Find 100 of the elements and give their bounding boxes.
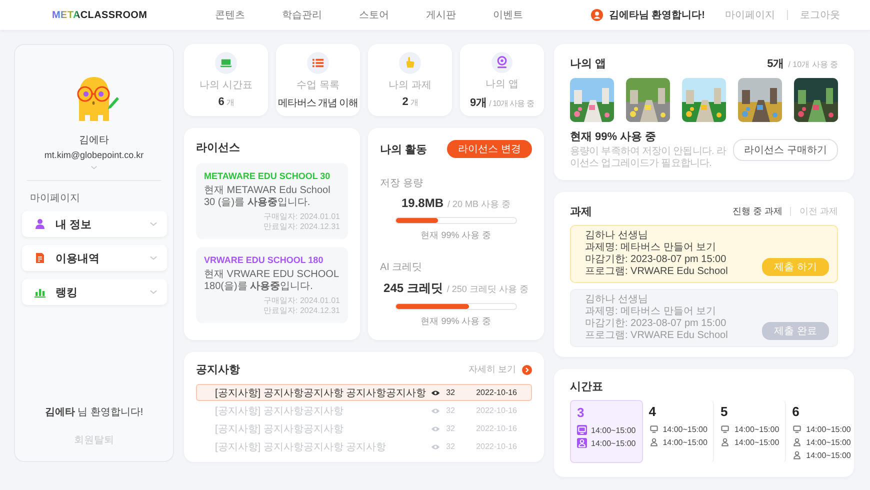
- view-count: 32: [446, 442, 456, 451]
- card-title: 과제: [570, 205, 592, 219]
- day-column[interactable]: 4 14:00~15:00 14:00~15:00: [642, 400, 714, 463]
- welcome-text: 김에타 님 환영합니다!: [44, 406, 144, 419]
- license-name: METAWARE EDU SCHOOL 30: [204, 171, 332, 181]
- more-text: 자세히 보기: [468, 363, 516, 376]
- stat-label: 나의 앱: [486, 78, 518, 91]
- person-icon: [577, 438, 587, 448]
- nav-link[interactable]: 콘텐츠: [215, 8, 246, 22]
- stat-value: 2: [402, 96, 408, 108]
- task-name: 과제명: 메타버스 만들어 보기: [585, 242, 718, 254]
- task-teacher: 김하나 선생님: [585, 230, 649, 242]
- menu-item[interactable]: 이용내역: [22, 245, 166, 271]
- class-time: 14:00~15:00: [591, 426, 636, 434]
- meter-label: AI 크레딧: [380, 261, 422, 274]
- eye-icon: [431, 408, 440, 414]
- stat-unit: 개: [226, 97, 234, 108]
- license-description: 현재 METAWAR Edu School 30 (을)를 사용중입니다.: [204, 185, 332, 209]
- card-title: 라이선스: [196, 141, 241, 155]
- task-deadline: 마감기한: 2023-08-07 pm 15:00: [585, 318, 728, 330]
- day-column[interactable]: 6 14:00~15:00 14:00~15:00 14:00~15:00: [786, 400, 857, 463]
- menu-item[interactable]: 내 정보: [22, 211, 166, 237]
- class-time: 14:00~15:00: [734, 438, 780, 446]
- notice-title: [공지사항] 공지사항공지사항 공지사항: [215, 440, 388, 454]
- class-time: 14:00~15:00: [734, 424, 780, 434]
- class-time: 14:00~15:00: [662, 438, 708, 446]
- buy-license-button[interactable]: 라이선스 구매하기: [733, 138, 838, 160]
- stat-value: 9개: [470, 96, 488, 110]
- notice-title: [공지사항] 공지사항공지사항 공지사항공지사항: [215, 386, 428, 400]
- stat-unit: / 10개 사용 중: [489, 98, 534, 109]
- nav-link[interactable]: 이벤트: [493, 8, 524, 22]
- notice-date: 2022-10-16: [476, 406, 517, 415]
- monitor-icon: [720, 424, 730, 434]
- card-title: 나의 활동: [380, 142, 428, 156]
- meter-value: 245 크레딧: [384, 280, 443, 297]
- monitor-icon: [577, 425, 587, 435]
- day-column[interactable]: 5 14:00~15:00 14:00~15:00: [714, 400, 786, 463]
- monitor-icon: [648, 424, 659, 434]
- view-count: 32: [446, 406, 456, 415]
- stat-value: 메타버스 개념 이해: [278, 97, 358, 110]
- class-time: 14:00~15:00: [806, 424, 851, 434]
- person-icon: [648, 437, 659, 447]
- list-icon: [307, 52, 329, 74]
- eye-icon: [431, 444, 440, 450]
- meter-label: 저장 용량: [380, 177, 423, 190]
- license-description: 현재 VRWARE EDU SCHOOL 180(을)를 사용중입니다.: [204, 269, 340, 293]
- greeting-text: 김에타님 환영합니다!: [608, 9, 705, 22]
- meter-total: / 250 크레딧 사용 중: [446, 283, 528, 296]
- class-time: 14:00~15:00: [806, 438, 851, 446]
- section-title: 마이페이지: [30, 192, 80, 205]
- header-link[interactable]: 마이페이지: [725, 8, 775, 22]
- stat-value: 6: [218, 96, 224, 108]
- class-time: 14:00~15:00: [662, 424, 708, 434]
- app-total: / 10개 사용 중: [788, 59, 838, 70]
- eye-icon: [431, 426, 440, 432]
- task-program: 프로그램: VRWARE Edu School: [585, 330, 729, 342]
- view-count: 32: [446, 388, 456, 397]
- logo[interactable]: METACLASSROOM: [52, 10, 148, 20]
- chevron-down-icon: [90, 164, 98, 172]
- badge-icon: [491, 52, 513, 73]
- notice-date: 2022-10-16: [476, 442, 517, 451]
- day-number: 4: [648, 404, 657, 419]
- nav-link[interactable]: 게시판: [426, 8, 456, 22]
- task-deadline: 마감기한: 2023-08-07 pm 15:00: [585, 254, 728, 266]
- stat-unit: 개: [410, 97, 418, 108]
- menu-item[interactable]: 랭킹: [22, 279, 166, 305]
- day-number: 3: [577, 405, 586, 420]
- hand-icon: [399, 52, 421, 74]
- meter-caption: 현재 99% 사용 중: [420, 315, 492, 328]
- usage-notice: 용량이 부족하여 저장이 안됩니다. 라이선스 업그레이드가 필요합니다.: [570, 146, 728, 170]
- license-name: VRWARE EDU SCHOOL 180: [204, 255, 324, 265]
- notice-row[interactable]: [공지사항] 공지사항공지사항 공지사항공지사항 32 2022-10-16: [196, 384, 532, 401]
- card-title: 나의 앱: [570, 57, 606, 71]
- laptop-icon: [215, 52, 237, 74]
- monitor-icon: [792, 424, 802, 434]
- person-icon: [34, 218, 46, 230]
- notice-title: [공지사항] 공지사항공지사항: [215, 422, 344, 436]
- nav-link[interactable]: 학습관리: [282, 8, 322, 22]
- nav-link[interactable]: 스토어: [359, 8, 390, 22]
- day-column[interactable]: 3 14:00~15:00 14:00~15:00: [570, 400, 643, 463]
- more-link[interactable]: 자세히 보기: [468, 363, 532, 376]
- chevron-down-icon: [148, 254, 158, 262]
- purchase-date: 구매일자: 2024.01.01: [262, 296, 340, 306]
- stat-label: 수업 목록: [296, 79, 340, 92]
- arrow-right-icon: [522, 364, 532, 374]
- task-program: 프로그램: VRWARE Edu School: [585, 266, 729, 278]
- day-number: 5: [720, 404, 729, 419]
- card-title: 시간표: [570, 380, 604, 394]
- task-teacher: 김하나 선생님: [585, 294, 649, 306]
- header-link[interactable]: 로그아웃: [800, 8, 840, 22]
- meter-caption: 현재 99% 사용 중: [420, 229, 492, 242]
- tab[interactable]: 진행 중 과제: [732, 205, 782, 218]
- notice-date: 2022-10-16: [476, 388, 517, 397]
- expiry-date: 만료일자: 2024.12.31: [262, 306, 340, 316]
- app-count: 5개: [767, 57, 784, 71]
- license-change-button[interactable]: 라이선스 변경: [447, 140, 532, 158]
- notice-title: [공지사항] 공지사항공지사항: [215, 404, 344, 418]
- class-time: 14:00~15:00: [591, 438, 636, 448]
- expiry-date: 만료일자: 2024.12.31: [262, 222, 340, 232]
- person-icon: [792, 450, 802, 460]
